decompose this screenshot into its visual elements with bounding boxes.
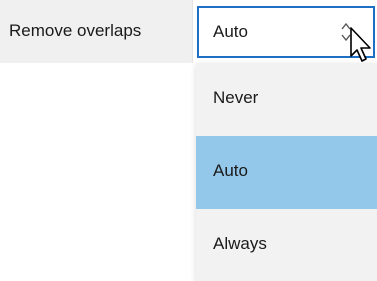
- remove-overlaps-dropdown-list: Never Auto Always: [196, 63, 377, 281]
- dropdown-option-label: Never: [213, 88, 259, 107]
- remove-overlaps-combobox[interactable]: Auto: [197, 6, 375, 58]
- dropdown-option-never[interactable]: Never: [196, 63, 377, 136]
- remove-overlaps-setting: Remove overlaps Auto Never Auto Always: [0, 0, 377, 281]
- combo-selected-value: Auto: [213, 22, 248, 41]
- setting-label-box: Remove overlaps: [0, 0, 193, 63]
- up-down-arrows-icon: [341, 22, 351, 42]
- dropdown-option-label: Always: [213, 234, 267, 253]
- dropdown-option-auto[interactable]: Auto: [196, 136, 377, 209]
- dropdown-option-label: Auto: [213, 161, 248, 180]
- dropdown-option-always[interactable]: Always: [196, 209, 377, 281]
- remove-overlaps-label: Remove overlaps: [9, 21, 142, 40]
